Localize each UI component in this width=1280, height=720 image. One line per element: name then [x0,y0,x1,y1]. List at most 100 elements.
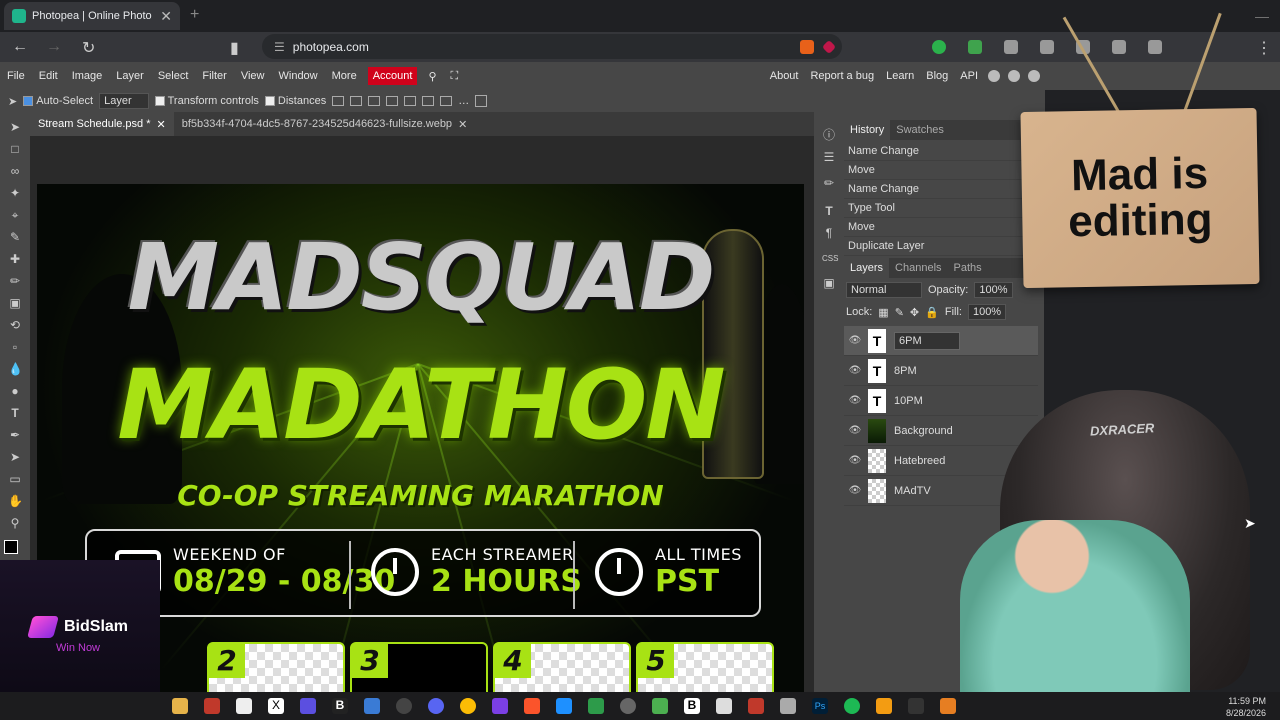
align-middle-icon[interactable] [422,96,435,106]
window-minimize-icon[interactable]: — [1255,8,1269,24]
app-icon[interactable] [780,698,796,714]
css-icon[interactable]: CSS [822,254,838,268]
sidebar-icon[interactable] [1112,40,1126,54]
bold-app-icon[interactable]: B [332,698,348,714]
menu-window[interactable]: Window [272,70,325,82]
app-icon[interactable] [364,698,380,714]
auto-select-checkbox[interactable]: Auto-Select [23,95,93,107]
grid-icon[interactable] [475,95,488,107]
eyedropper-tool-icon[interactable]: ✎ [8,230,22,244]
reload-icon[interactable]: ↻ [82,38,95,58]
lasso-tool-icon[interactable]: ∞ [8,164,22,178]
layer-row[interactable]: 👁 T 8PM [844,356,1038,386]
twitter-icon[interactable] [1008,70,1020,82]
menu-image[interactable]: Image [65,70,110,82]
paragraph-icon[interactable]: ¶ [822,226,836,240]
discord-icon[interactable] [428,698,444,714]
reddit-icon[interactable] [988,70,1000,82]
move-tool-icon[interactable]: ➤ [8,120,22,134]
menu-learn[interactable]: Learn [880,70,920,82]
lock-transparency-icon[interactable]: ▦ [878,306,888,319]
fullscreen-icon[interactable]: ⛶ [444,70,466,83]
layer-row[interactable]: 👁 T 6PM [844,326,1038,356]
doc-tab-stream-schedule[interactable]: Stream Schedule.psd * ✕ [30,112,174,136]
extension-square-icon[interactable] [968,40,982,54]
history-item[interactable]: Move [844,218,1044,237]
tab-paths[interactable]: Paths [948,262,988,274]
close-doc-icon[interactable]: ✕ [458,118,467,131]
align-bottom-icon[interactable] [440,96,453,106]
search-icon[interactable]: ⚲ [421,70,443,83]
menu-more[interactable]: More [325,70,364,82]
transform-controls-checkbox[interactable]: Transform controls [154,95,259,107]
hand-tool-icon[interactable]: ✋ [8,494,23,508]
extensions-puzzle-icon[interactable] [1004,40,1018,54]
history-item[interactable]: Move [844,161,1044,180]
lock-pixels-icon[interactable]: ✎ [895,306,904,319]
brave-icon[interactable] [524,698,540,714]
blend-mode-select[interactable]: Normal [846,282,922,298]
menu-about[interactable]: About [764,70,805,82]
app-icon[interactable] [556,698,572,714]
type-tool-icon[interactable]: T [8,406,22,420]
brush-tool-icon[interactable]: ✏ [8,274,22,288]
obs-icon[interactable] [396,698,412,714]
layer-name-input[interactable]: 6PM [894,331,960,350]
history-item[interactable]: Type Tool [844,199,1044,218]
history-item[interactable]: Name Change [844,180,1044,199]
facebook-icon[interactable] [1028,70,1040,82]
history-item[interactable]: Name Change [844,142,1044,161]
opacity-input[interactable]: 100% [974,282,1013,298]
align-right-icon[interactable] [386,96,399,106]
stamp-tool-icon[interactable]: ▣ [8,296,22,310]
align-top-icon[interactable] [404,96,417,106]
align-left-icon[interactable] [350,96,363,106]
menu-layer[interactable]: Layer [109,70,151,82]
magic-wand-tool-icon[interactable]: ✦ [8,186,22,200]
visibility-eye-icon[interactable]: 👁 [844,455,866,466]
file-explorer-icon[interactable] [172,698,188,714]
download-icon[interactable] [1040,40,1054,54]
distances-checkbox[interactable]: Distances [264,95,326,107]
visibility-eye-icon[interactable]: 👁 [844,485,866,496]
image-panel-icon[interactable]: ▣ [822,276,836,290]
visibility-eye-icon[interactable]: 👁 [844,365,866,376]
site-info-icon[interactable]: ☰ [274,40,285,54]
properties-icon[interactable]: ☰ [822,150,836,164]
spotify-icon[interactable] [844,698,860,714]
marquee-tool-icon[interactable]: □ [8,142,22,156]
foreground-color-swatch[interactable] [4,540,18,554]
lock-position-icon[interactable]: ✥ [910,306,919,319]
menu-filter[interactable]: Filter [195,70,233,82]
brush-panel-icon[interactable]: ✏ [822,176,836,190]
url-field[interactable]: ☰ photopea.com [262,34,842,59]
chrome-icon[interactable] [460,698,476,714]
lock-all-icon[interactable]: 🔒 [925,306,939,319]
eraser-tool-icon[interactable]: ▫ [8,340,22,354]
visibility-eye-icon[interactable]: 👁 [844,425,866,436]
new-tab-icon[interactable]: + [190,6,199,24]
extension-green-icon[interactable] [932,40,946,54]
layer-row[interactable]: 👁 Background [844,416,1038,446]
menu-file[interactable]: File [0,70,32,82]
app-icon[interactable] [204,698,220,714]
more-align-icon[interactable]: … [458,95,469,107]
photoshop-icon[interactable]: Ps [812,698,828,714]
fill-input[interactable]: 100% [967,304,1007,320]
app-icon[interactable] [748,698,764,714]
brave-shield-icon[interactable] [800,40,814,54]
app-icon[interactable] [716,698,732,714]
info-icon[interactable]: ⓘ [822,126,836,142]
healing-tool-icon[interactable]: ✚ [8,252,22,266]
bold-b-icon[interactable]: B [684,698,700,714]
menu-api[interactable]: API [954,70,984,82]
visibility-eye-icon[interactable]: 👁 [844,395,866,406]
app-icon[interactable] [492,698,508,714]
dodge-tool-icon[interactable]: ● [8,384,22,398]
menu-select[interactable]: Select [151,70,196,82]
browser-menu-icon[interactable]: ⋮ [1256,38,1272,58]
history-brush-icon[interactable]: ⟲ [8,318,22,332]
align-center-icon[interactable] [368,96,381,106]
play-icon[interactable] [652,698,668,714]
wallet-icon[interactable] [1148,40,1162,54]
